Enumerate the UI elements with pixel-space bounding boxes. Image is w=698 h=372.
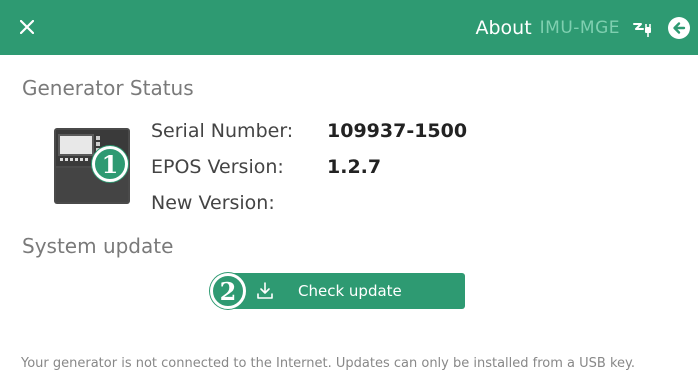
epos-version-label: EPOS Version: [151, 156, 284, 178]
serial-number-value: 109937-1500 [327, 120, 468, 142]
generator-status-heading: Generator Status [22, 76, 194, 100]
serial-number-row: Serial Number: 109937-1500 [151, 120, 467, 142]
new-version-label: New Version: [151, 192, 275, 214]
system-update-badge: 2 [210, 273, 246, 309]
epos-version-value: 1.2.7 [327, 156, 382, 178]
new-version-row: New Version: [151, 192, 327, 214]
check-update-button[interactable]: Check update [232, 273, 465, 309]
epos-version-row: EPOS Version: 1.2.7 [151, 156, 381, 178]
check-update-label: Check update [298, 282, 402, 300]
back-button[interactable] [668, 16, 690, 39]
close-button[interactable] [14, 14, 40, 40]
plug-icon [632, 16, 656, 40]
system-update-heading: System update [22, 234, 174, 258]
serial-number-label: Serial Number: [151, 120, 294, 142]
download-icon [254, 280, 276, 302]
device-name: IMU-MGE [539, 17, 620, 38]
close-icon [20, 20, 34, 34]
generator-status-badge: 1 [92, 146, 128, 182]
connection-status-message: Your generator is not connected to the I… [21, 356, 636, 371]
page-title: About [475, 16, 532, 39]
top-bar: About IMU-MGE [0, 0, 698, 55]
back-arrow-icon [673, 21, 686, 34]
